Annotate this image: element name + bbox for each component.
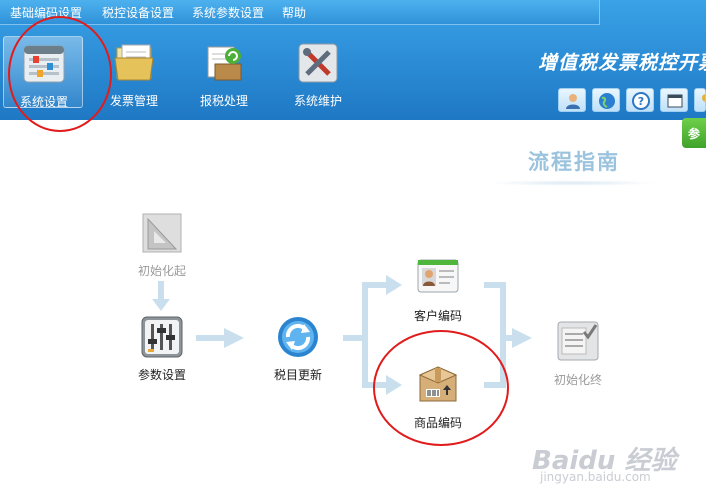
flow-node-params[interactable]: 参数设置 [122, 315, 202, 395]
contact-card-icon [416, 256, 460, 300]
flow-node-label: 初始化起 [137, 264, 186, 278]
flow-node-tax-update[interactable]: 税目更新 [258, 315, 338, 395]
checklist-icon [556, 320, 600, 364]
watermark-url: jingyan.baidu.com [540, 470, 651, 484]
flow-node-label: 参数设置 [137, 368, 186, 382]
triangle-ruler-icon [140, 211, 184, 255]
app-window: 基础编码设置 税控设备设置 系统参数设置 帮助 系统设置 发票管理 报税处理 系… [0, 0, 706, 496]
flow-node-label: 客户编码 [413, 309, 462, 323]
annotation-circle-settings [8, 16, 112, 132]
flow-node-label: 初始化终 [553, 373, 602, 387]
flow-node-label: 税目更新 [273, 368, 322, 382]
refresh-icon [276, 315, 320, 359]
flow-node-init-start[interactable]: 初始化起 [122, 211, 202, 291]
flow-node-init-end[interactable]: 初始化终 [538, 320, 618, 400]
flow-node-customer-code[interactable]: 客户编码 [398, 256, 478, 336]
annotation-circle-product [373, 330, 509, 446]
sliders-icon [140, 315, 184, 359]
